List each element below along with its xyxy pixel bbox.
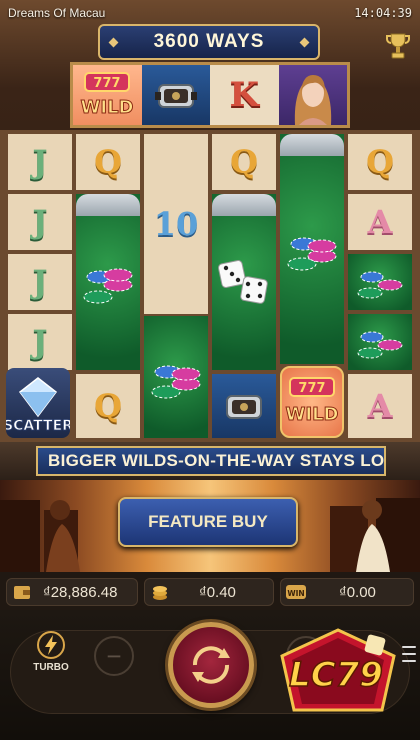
scatter-label: SCATTER <box>6 418 70 434</box>
wild-cell: 777 WILD <box>280 366 344 438</box>
coins-stack-icon <box>153 586 167 600</box>
trophy-icon[interactable] <box>386 32 410 60</box>
chips-cell <box>144 316 208 438</box>
casino-chips-icon <box>287 237 337 271</box>
symbol-cell-q: Q <box>76 374 140 438</box>
svg-text:777: 777 <box>94 76 121 91</box>
feature-buy-label: FEATURE BUY <box>148 512 268 531</box>
spin-arrows-icon <box>192 646 230 684</box>
casino-chips-icon <box>83 268 133 304</box>
clock: 14:04:39 <box>354 6 412 20</box>
banner-text: BIGGER WILDS-ON-THE-WAY STAYS LO <box>48 451 385 470</box>
watch-icon <box>226 395 262 419</box>
symbol-cell-j: J <box>8 254 72 310</box>
win-badge-icon: WIN <box>286 585 306 599</box>
watch-cell <box>212 374 276 438</box>
symbol-k: K <box>229 75 260 115</box>
slot-game-screen: Dreams Of Macau 14:04:39 3600 WAYS 777 W… <box>0 0 420 740</box>
casino-chips-icon <box>357 331 403 359</box>
wild-icon: 777 WILD <box>285 377 339 426</box>
watch-icon <box>154 84 197 108</box>
symbol-cell-j: J <box>8 314 72 370</box>
symbol-cell-a: A <box>348 194 412 250</box>
win-value: ₫0.00 <box>339 583 376 601</box>
wild-text: WILD <box>81 97 134 118</box>
top-reel-cell-watch <box>141 65 210 125</box>
casino-chips-icon <box>151 365 201 399</box>
symbol-cell-q: Q <box>348 134 412 190</box>
win-display: WIN ₫0.00 <box>280 578 414 606</box>
scatter-diamond-icon: SCATTER <box>6 377 70 434</box>
casino-chips-icon <box>357 271 403 299</box>
symbol-cell-j: J <box>8 134 72 190</box>
info-banner: BIGGER WILDS-ON-THE-WAY STAYS LO <box>0 442 420 480</box>
top-reel-cell-k: K <box>210 65 279 125</box>
status-bar: Dreams Of Macau 14:04:39 <box>0 0 420 26</box>
dice-cell <box>212 194 276 370</box>
scatter-cell: SCATTER <box>6 368 70 438</box>
game-title: Dreams Of Macau <box>8 6 106 20</box>
wild-icon: 777 WILD <box>80 72 134 119</box>
symbol-cell-10: 10 <box>144 134 208 314</box>
symbol-cell-q: Q <box>212 134 276 190</box>
balance-value: ₫28,886.48 <box>43 583 118 601</box>
wallet-icon <box>14 586 30 599</box>
logo-text: LC79 <box>289 655 383 695</box>
top-reel-cell-wild: 777 WILD <box>73 65 142 125</box>
wild-text: WILD <box>286 404 339 425</box>
win-badge-text: WIN <box>287 589 304 598</box>
symbol-cell-q: Q <box>76 134 140 190</box>
symbol-cell-j: J <box>8 194 72 250</box>
lc79-logo: LC79 <box>280 628 396 712</box>
ways-counter: 3600 WAYS <box>98 24 320 60</box>
svg-text:777: 777 <box>298 381 325 396</box>
diamond-ornament-icon <box>108 37 119 48</box>
turbo-label: TURBO <box>33 662 69 673</box>
lady-portrait-icon <box>294 75 331 125</box>
feature-buy-button[interactable]: FEATURE BUY <box>118 497 298 547</box>
chips-cell <box>76 194 140 370</box>
decrease-bet-button[interactable]: − <box>94 636 134 676</box>
balance-bar: ₫28,886.48 ₫0.40 WIN ₫0.00 <box>0 572 420 610</box>
lightning-icon <box>37 631 65 659</box>
chips-cell <box>280 134 344 364</box>
chips-cell <box>348 314 412 370</box>
menu-icon[interactable] <box>402 646 416 662</box>
balance-display: ₫28,886.48 <box>6 578 138 606</box>
diamond-ornament-icon <box>299 37 310 48</box>
symbol-cell-a: A <box>348 374 412 438</box>
bet-value: ₫0.40 <box>199 583 236 601</box>
top-reel: 777 WILD K <box>70 62 350 128</box>
turbo-button[interactable]: TURBO <box>30 630 72 678</box>
ways-label: 3600 WAYS <box>153 31 265 52</box>
bet-display: ₫0.40 <box>144 578 274 606</box>
dice-icon <box>218 260 268 304</box>
chips-cell <box>348 254 412 310</box>
top-reel-cell-lady <box>278 65 347 125</box>
